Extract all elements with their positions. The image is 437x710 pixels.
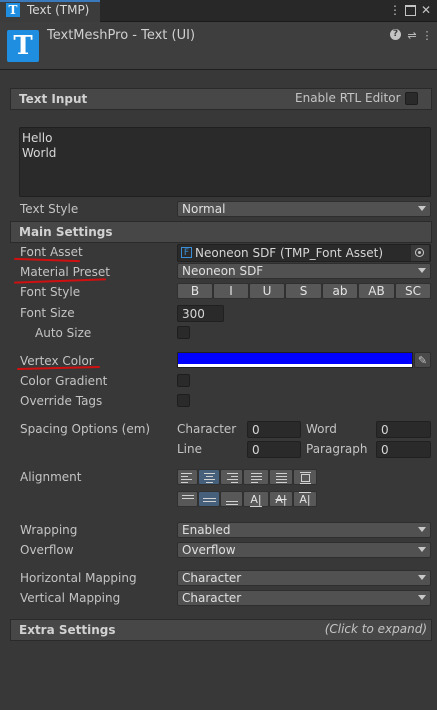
font-asset-field[interactable]: F Neoneon SDF (TMP_Font Asset) [177, 244, 431, 262]
chevron-down-icon [418, 268, 426, 273]
strikethrough-button[interactable]: S [285, 283, 322, 299]
extra-settings-section-header[interactable]: Extra Settings (Click to expand) [10, 619, 432, 641]
align-flush-button[interactable] [269, 469, 293, 485]
font-size-label: Font Size [20, 306, 75, 320]
align-midline-icon: A| [275, 493, 287, 506]
textmeshpro-component-icon: T [7, 30, 39, 62]
align-bottom-button[interactable] [220, 491, 243, 507]
vertex-color-alpha-bar [178, 364, 412, 367]
uppercase-button[interactable]: AB [358, 283, 395, 299]
wrapping-dropdown[interactable]: Enabled [177, 522, 431, 538]
text-style-value: Normal [182, 202, 226, 216]
align-top-button[interactable] [177, 491, 198, 507]
chevron-down-icon [418, 206, 426, 211]
auto-size-label: Auto Size [35, 326, 92, 340]
italic-button[interactable]: I [213, 283, 249, 299]
help-icon[interactable]: ? [390, 29, 404, 43]
expand-hint: (Click to expand) [324, 622, 427, 636]
object-picker-icon[interactable] [411, 245, 429, 261]
color-gradient-toggle[interactable] [177, 374, 190, 387]
chevron-down-icon [418, 527, 426, 532]
overflow-label: Overflow [20, 543, 74, 557]
enable-rtl-label: Enable RTL Editor [295, 91, 401, 105]
component-title: TextMeshPro - Text (UI) [47, 28, 196, 43]
material-preset-label: Material Preset [20, 265, 110, 279]
eyedropper-icon[interactable]: ✎ [414, 352, 431, 368]
align-left-button[interactable] [177, 469, 198, 485]
horizontal-mapping-dropdown[interactable]: Character [177, 570, 431, 586]
auto-size-toggle[interactable] [177, 326, 190, 339]
vertical-mapping-value: Character [182, 591, 242, 605]
section-title-text-input: Text Input [19, 92, 88, 106]
wrapping-value: Enabled [182, 523, 231, 537]
overflow-value: Overflow [182, 543, 236, 557]
main-settings-section-header: Main Settings [10, 221, 432, 243]
align-justified-button[interactable] [243, 469, 269, 485]
override-tags-toggle[interactable] [177, 394, 190, 407]
word-spacing-label: Word [306, 422, 337, 436]
textmeshpro-icon: T [6, 3, 20, 17]
tab-label: Text (TMP) [27, 3, 90, 17]
line-spacing-label: Line [177, 442, 203, 456]
lowercase-button[interactable]: ab [322, 283, 358, 299]
character-spacing-label: Character [177, 422, 237, 436]
text-style-dropdown[interactable]: Normal [177, 201, 431, 217]
align-capline-button[interactable]: A| [293, 491, 317, 507]
align-center-button[interactable] [198, 469, 220, 485]
align-middle-button[interactable] [198, 491, 220, 507]
vertical-mapping-dropdown[interactable]: Character [177, 590, 431, 606]
align-right-button[interactable] [220, 469, 243, 485]
chevron-down-icon [418, 575, 426, 580]
character-spacing-field[interactable]: 0 [247, 421, 301, 438]
text-input-area[interactable]: Hello World [19, 127, 431, 197]
annotation-underline [13, 278, 107, 284]
font-asset-icon: F [181, 247, 192, 258]
font-style-buttons: B I U S ab AB SC [177, 283, 431, 299]
horizontal-mapping-value: Character [182, 571, 242, 585]
override-tags-label: Override Tags [20, 394, 103, 408]
more-options-icon[interactable]: ⋮ [388, 3, 402, 17]
smallcaps-button[interactable]: SC [395, 283, 431, 299]
line-spacing-field[interactable]: 0 [247, 441, 301, 458]
font-asset-label: Font Asset [20, 245, 83, 259]
material-preset-dropdown[interactable]: Neoneon SDF [177, 263, 431, 279]
word-spacing-field[interactable]: 0 [376, 421, 431, 438]
vertex-color-swatch[interactable] [177, 352, 413, 368]
horizontal-mapping-label: Horizontal Mapping [20, 571, 137, 585]
text-input-line: World [22, 146, 57, 160]
component-menu-icon[interactable]: ⋮ [420, 29, 434, 43]
font-size-field[interactable]: 300 [177, 305, 224, 322]
underline-button[interactable]: U [249, 283, 285, 299]
vertical-mapping-label: Vertical Mapping [20, 591, 121, 605]
color-gradient-label: Color Gradient [20, 374, 108, 388]
section-title-extra-settings: Extra Settings [19, 623, 116, 637]
wrapping-label: Wrapping [20, 523, 78, 537]
text-style-label: Text Style [20, 202, 79, 216]
chevron-down-icon [418, 547, 426, 552]
align-baseline-button[interactable]: A| [243, 491, 269, 507]
bold-button[interactable]: B [177, 283, 213, 299]
text-input-line: Hello [22, 131, 53, 145]
align-baseline-icon: A| [250, 493, 262, 507]
font-asset-value: Neoneon SDF (TMP_Font Asset) [195, 246, 384, 260]
chevron-down-icon [418, 595, 426, 600]
text-input-section-header: Text Input Enable RTL Editor [10, 88, 432, 110]
overflow-dropdown[interactable]: Overflow [177, 542, 431, 558]
vertex-color-fill [178, 353, 412, 364]
close-icon[interactable]: ✕ [419, 3, 433, 17]
align-geometry-center-button[interactable] [293, 469, 317, 485]
align-midline-button[interactable]: A| [269, 491, 293, 507]
paragraph-spacing-field[interactable]: 0 [376, 441, 431, 458]
material-preset-value: Neoneon SDF [182, 264, 264, 278]
spacing-options-label: Spacing Options (em) [20, 422, 151, 436]
alignment-label: Alignment [20, 470, 82, 484]
maximize-icon[interactable] [403, 3, 417, 17]
section-title-main-settings: Main Settings [19, 225, 113, 239]
enable-rtl-toggle[interactable] [405, 92, 418, 105]
align-capline-icon: A| [299, 492, 311, 506]
presets-icon[interactable]: ⇌ [405, 29, 419, 43]
font-style-label: Font Style [20, 285, 81, 299]
paragraph-spacing-label: Paragraph [306, 442, 368, 456]
